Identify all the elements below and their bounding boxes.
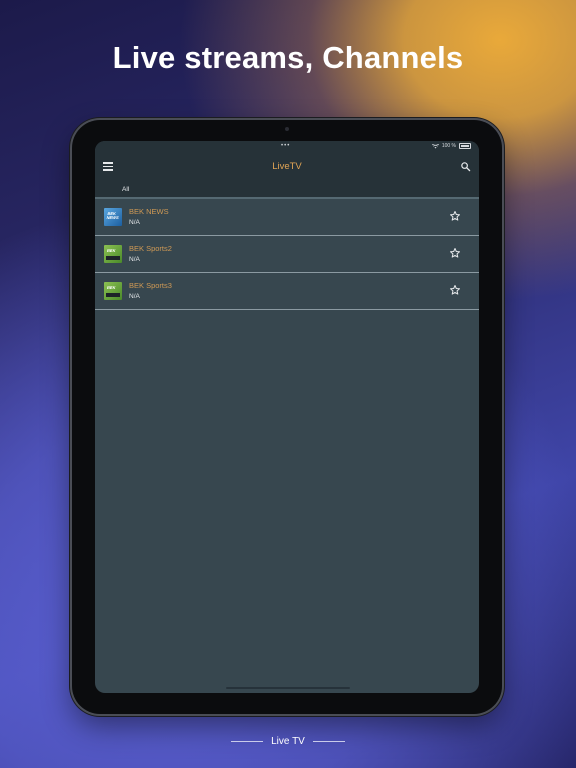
caption-text: Live TV <box>271 736 305 747</box>
channel-logo-sports: BEK <box>104 282 122 300</box>
channel-name: BEK Sports2 <box>129 244 172 253</box>
channel-logo-sports: BEK <box>104 245 122 263</box>
wifi-icon <box>431 143 439 148</box>
front-camera <box>285 127 289 131</box>
caption-divider-left <box>231 740 264 742</box>
app-toolbar: LiveTV <box>95 152 479 183</box>
app-screen: ••• 100 % LiveTV All BEK NEWS BEK NEWS N… <box>95 141 479 693</box>
footer-caption: Live TV <box>0 736 576 747</box>
battery-icon <box>459 143 471 149</box>
tab-all[interactable]: All <box>118 186 133 196</box>
channel-row-bek-sports2[interactable]: BEK BEK Sports2 N/A <box>95 236 479 273</box>
channel-logo-news: BEK NEWS <box>104 208 122 226</box>
star-outline-icon[interactable] <box>449 284 461 296</box>
channel-subtitle: N/A <box>129 293 140 300</box>
search-icon[interactable] <box>460 161 471 172</box>
tablet-frame: ••• 100 % LiveTV All BEK NEWS BEK NEWS N… <box>72 120 502 714</box>
battery-percentage: 100 % <box>441 143 456 149</box>
home-indicator[interactable] <box>226 687 350 689</box>
category-tabs: All <box>95 183 479 199</box>
channel-subtitle: N/A <box>129 256 140 263</box>
caption-divider-right <box>312 740 345 742</box>
channel-name: BEK NEWS <box>129 207 169 216</box>
channel-name: BEK Sports3 <box>129 281 172 290</box>
channel-row-bek-news[interactable]: BEK NEWS BEK NEWS N/A <box>95 199 479 236</box>
star-outline-icon[interactable] <box>449 210 461 222</box>
status-bar: ••• 100 % <box>95 141 479 152</box>
star-outline-icon[interactable] <box>449 247 461 259</box>
headline: Live streams, Channels <box>112 40 464 75</box>
channel-subtitle: N/A <box>129 219 140 226</box>
multitasking-dots[interactable]: ••• <box>281 143 290 149</box>
channel-list: BEK NEWS BEK NEWS N/A BEK BEK Sports2 N/A… <box>95 199 479 310</box>
channel-row-bek-sports3[interactable]: BEK BEK Sports3 N/A <box>95 273 479 310</box>
app-title: LiveTV <box>272 161 302 172</box>
status-right: 100 % <box>431 143 471 149</box>
